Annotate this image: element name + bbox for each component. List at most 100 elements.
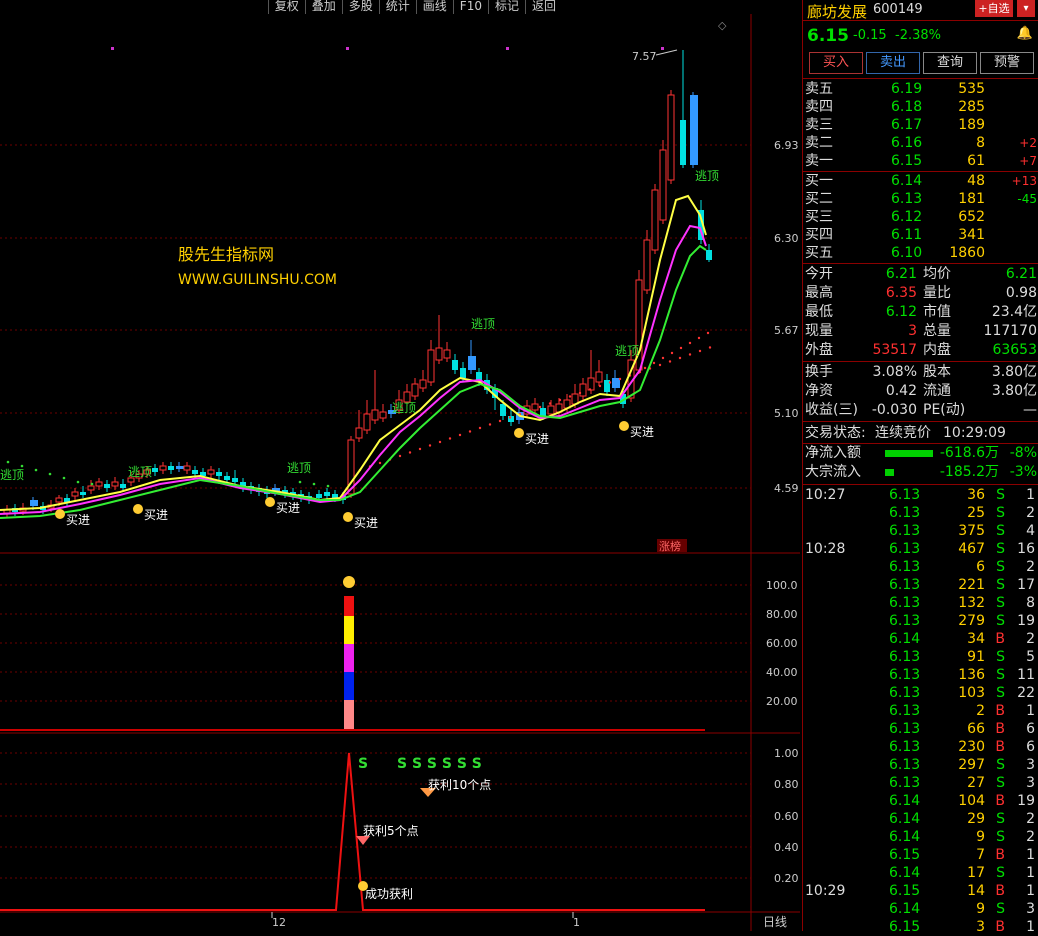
ask-delta: +2 xyxy=(1019,136,1037,150)
candle-body xyxy=(355,427,363,439)
stop-dot xyxy=(652,361,656,365)
toolbar-back-button[interactable]: 返回 xyxy=(524,0,562,14)
bid-label: 买一 xyxy=(805,173,833,189)
bell-icon[interactable]: 🔔 xyxy=(1017,26,1033,41)
kline-chart-area[interactable]: 6.93 6.30 5.67 5.10 4.59 100.0 80.00 60.… xyxy=(0,0,800,931)
trend-dot xyxy=(48,472,52,476)
candle-body xyxy=(232,478,238,482)
toolbar-stats-button[interactable]: 统计 xyxy=(378,0,416,14)
stop-dot xyxy=(558,398,562,402)
ask-volume: 61 xyxy=(967,153,985,169)
candle-body xyxy=(371,409,379,421)
trade-status-label: 交易状态: xyxy=(805,425,866,441)
candle-body xyxy=(579,383,587,397)
tick-row: 6.13 230 B 6 xyxy=(803,738,1038,756)
tick-volume: 34 xyxy=(967,631,985,647)
price-tick-1: 6.93 xyxy=(774,139,799,152)
tick-price: 6.13 xyxy=(889,613,921,629)
candle-body xyxy=(30,500,38,506)
ask-volume: 8 xyxy=(976,135,985,151)
bid-row: 买三 6.12 652 xyxy=(803,208,1038,226)
tick-side: S xyxy=(996,595,1005,611)
tick-side: S xyxy=(996,523,1005,539)
tick-price: 6.13 xyxy=(889,667,921,683)
stop-dot xyxy=(408,451,412,454)
kline-chart-svg[interactable]: 6.93 6.30 5.67 5.10 4.59 100.0 80.00 60.… xyxy=(0,0,800,931)
candle-body xyxy=(690,95,698,165)
stop-dot xyxy=(706,331,710,335)
stat-label: 换手 xyxy=(805,364,833,380)
tick-volume: 9 xyxy=(976,829,985,845)
tick-side: S xyxy=(996,865,1005,881)
toolbar-f10-button[interactable]: F10 xyxy=(452,0,488,14)
toolbar-multi-button[interactable]: 多股 xyxy=(341,0,379,14)
tick-count: 8 xyxy=(1026,595,1035,611)
tick-count: 3 xyxy=(1026,757,1035,773)
alert-button[interactable]: 预警 xyxy=(980,52,1034,74)
bid-price: 6.12 xyxy=(891,209,923,225)
sell-button[interactable]: 卖出 xyxy=(866,52,920,74)
toolbar-draw-button[interactable]: 画线 xyxy=(415,0,453,14)
tick-price: 6.13 xyxy=(889,775,921,791)
stop-dot xyxy=(661,356,665,360)
tick-price: 6.14 xyxy=(889,901,921,917)
trend-dot xyxy=(90,482,94,486)
candle-body xyxy=(207,469,215,475)
tick-count: 2 xyxy=(1026,505,1035,521)
chevron-down-icon[interactable]: ▾ xyxy=(1017,0,1035,17)
stop-dot xyxy=(578,391,582,395)
buy-button[interactable]: 买入 xyxy=(809,52,863,74)
stop-dot xyxy=(378,461,382,465)
tick-price: 6.13 xyxy=(889,739,921,755)
buy-label-6: 买进 xyxy=(630,425,654,439)
stat-label: 收益(三) xyxy=(805,402,858,418)
period-label[interactable]: 日线 xyxy=(763,915,787,929)
tick-row: 6.14 9 S 3 xyxy=(803,900,1038,918)
tick-volume: 29 xyxy=(967,811,985,827)
tick-row: 6.15 7 B 1 xyxy=(803,846,1038,864)
stat-row: 最高 6.35 量比 0.98 xyxy=(803,284,1038,302)
trade-status-value: 连续竞价 xyxy=(875,425,931,441)
candle-body xyxy=(680,120,686,165)
toolbar-overlay-button[interactable]: 叠加 xyxy=(304,0,342,14)
tick-volume: 297 xyxy=(958,757,985,773)
candle-body xyxy=(152,468,158,472)
candle-body xyxy=(324,492,330,496)
tick-price: 6.13 xyxy=(889,595,921,611)
ask-volume: 189 xyxy=(958,117,985,133)
candle-body xyxy=(159,465,167,471)
candle-body xyxy=(183,465,191,471)
candle-body xyxy=(540,408,546,416)
indicator2-line xyxy=(0,752,705,911)
tick-row: 6.13 91 S 5 xyxy=(803,648,1038,666)
stop-dot xyxy=(468,430,472,433)
ask-price: 6.15 xyxy=(891,153,923,169)
ask-row: 卖三 6.17 189 xyxy=(803,116,1038,134)
ind2-tick-5: 0.20 xyxy=(774,872,799,885)
divider xyxy=(803,484,1038,485)
candle-body xyxy=(71,491,79,497)
flow-bar xyxy=(885,450,933,457)
ask-label: 卖三 xyxy=(805,117,833,133)
tick-price: 6.15 xyxy=(889,919,921,935)
candle-body xyxy=(659,149,667,221)
tick-count: 6 xyxy=(1026,721,1035,737)
ind1-tick-1: 100.0 xyxy=(766,579,798,592)
bid-delta: -45 xyxy=(1017,192,1037,206)
tick-row: 6.14 9 S 2 xyxy=(803,828,1038,846)
tick-price: 6.14 xyxy=(889,865,921,881)
toolbar-adjust-button[interactable]: 复权 xyxy=(267,0,305,14)
tick-count: 3 xyxy=(1026,901,1035,917)
tick-side: S xyxy=(996,487,1005,503)
toolbar-mark-button[interactable]: 标记 xyxy=(487,0,525,14)
candle-body xyxy=(224,476,230,480)
stat-value: 3.80亿 xyxy=(991,383,1037,399)
add-watchlist-button[interactable]: +自选 xyxy=(975,0,1013,17)
query-button[interactable]: 查询 xyxy=(923,52,977,74)
ask-label: 卖二 xyxy=(805,135,833,151)
tick-side: S xyxy=(996,901,1005,917)
bid-volume: 652 xyxy=(958,209,985,225)
ask-label: 卖四 xyxy=(805,99,833,115)
candle-body xyxy=(111,481,119,487)
candle-body xyxy=(120,484,126,488)
